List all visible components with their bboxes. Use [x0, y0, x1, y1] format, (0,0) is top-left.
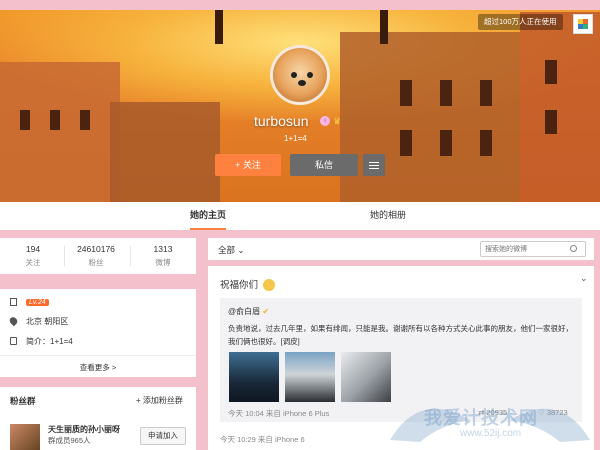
avatar-eye [291, 72, 297, 78]
see-more-link[interactable]: 查看更多 > [0, 355, 196, 373]
menu-icon [369, 162, 379, 163]
location-text: 北京 朝阳区 [26, 316, 69, 326]
shy-emoji-icon [262, 279, 275, 292]
divider [130, 246, 131, 266]
post-body: 祝福你们 [220, 280, 259, 291]
repost-author-name[interactable]: @俞白眉 [228, 307, 260, 316]
tab-album[interactable]: 她的相册 [370, 202, 406, 230]
stat-label: 关注 [25, 258, 41, 267]
repost-time-source[interactable]: 今天 10:04 来自 iPhone 6 Plus [228, 408, 329, 419]
stat-posts[interactable]: 1313 微博 [133, 244, 193, 268]
fans-group-card: 粉丝群 + 添加粉丝群 天生丽质的孙小丽呀 群成员965人 申请加入 [0, 387, 196, 450]
intro-text: 简介：1+1=4 [26, 336, 73, 346]
stat-following[interactable]: 194 关注 [3, 244, 63, 268]
group-avatar[interactable] [10, 424, 40, 450]
stat-value: 24610176 [77, 244, 115, 254]
repost-photo[interactable] [229, 352, 279, 402]
post-time-source[interactable]: 今天 10:29 来自 iPhone 6 [220, 434, 305, 445]
location-row: 北京 朝阳区 [8, 315, 69, 327]
stat-value: 1313 [153, 244, 173, 254]
group-name[interactable]: 天生丽质的孙小丽呀 [48, 424, 120, 435]
level-icon [10, 298, 17, 306]
message-button[interactable]: 私信 [290, 154, 358, 176]
post-text: 祝福你们 [220, 277, 275, 292]
tab-home[interactable]: 她的主页 [190, 202, 227, 230]
location-pin-icon [8, 315, 19, 327]
level-row: Lv.24 [10, 296, 49, 308]
profile-tabs: 她的主页 她的相册 [0, 202, 600, 230]
stat-value: 194 [25, 244, 41, 254]
group-members: 群成员965人 [48, 436, 91, 445]
add-fans-group-link[interactable]: + 添加粉丝群 [136, 395, 183, 406]
banner-building-right [340, 32, 520, 202]
top-border [0, 0, 600, 10]
usage-badge: 超过100万人正在使用 [478, 14, 563, 30]
banner-building-left [0, 62, 120, 202]
chevron-down-icon[interactable]: ⌄ [580, 273, 588, 284]
banner-window [400, 80, 412, 106]
feed-filter-bar: 全部 ⌄ [208, 238, 594, 260]
repost-author[interactable]: @俞白眉 ✔ [228, 306, 269, 317]
repost-box: @俞白眉 ✔ 负责地说，过去几年里，如果有绯闻，只能是我。谢谢所有以各种方式关心… [220, 298, 582, 422]
more-menu-button[interactable] [363, 154, 385, 176]
vip-crown-icon[interactable]: ♛ [333, 116, 341, 127]
follow-button[interactable]: + 关注 [215, 154, 281, 176]
divider [64, 246, 65, 266]
forward-count: 20935 [486, 408, 508, 417]
post-card: 祝福你们 ⌄ @俞白眉 ✔ 负责地说，过去几年里，如果有绯闻，只能是我。谢谢所有… [208, 266, 594, 450]
repost-like-count[interactable]: ♡ 38723 [538, 408, 568, 417]
profile-username: turbosun [254, 113, 309, 129]
intro-row: 简介：1+1=4 [10, 335, 73, 347]
banner-window [80, 110, 90, 130]
search-icon[interactable] [570, 245, 577, 252]
join-group-button[interactable]: 申请加入 [140, 427, 186, 445]
female-gender-icon: ♀ [320, 116, 330, 126]
level-badge[interactable]: Lv.24 [26, 298, 49, 306]
avatar-eye [307, 72, 313, 78]
fans-group-title: 粉丝群 [10, 396, 36, 406]
banner-window [440, 80, 452, 106]
avatar[interactable] [270, 45, 330, 105]
banner-window [50, 110, 60, 130]
repost-photo[interactable] [285, 352, 335, 402]
info-card: Lv.24 北京 朝阳区 简介：1+1=4 查看更多 > [0, 289, 196, 377]
banner-building-far-right [520, 12, 600, 202]
repost-photo[interactable] [341, 352, 391, 402]
like-icon: ♡ [538, 408, 547, 417]
banner-window [545, 110, 557, 134]
stats-card: 194 关注 24610176 粉丝 1313 微博 [0, 238, 196, 274]
banner-window [480, 130, 492, 156]
banner-window [400, 130, 412, 156]
like-count: 38723 [546, 408, 568, 417]
avatar-nose [298, 80, 306, 86]
banner-window [20, 110, 30, 130]
repost-text: 负责地说，过去几年里，如果有绯闻，只能是我。谢谢所有以各种方式关心此事的朋友，他… [228, 324, 573, 346]
profile-bio: 1+1=4 [284, 134, 307, 143]
filter-label: 全部 [218, 245, 236, 255]
filter-dropdown[interactable]: 全部 ⌄ [218, 244, 245, 256]
banner-building-left2 [110, 102, 220, 202]
app-tile-icon[interactable] [573, 14, 593, 34]
banner-window [480, 80, 492, 106]
verified-badge-icon: ✔ [262, 307, 270, 316]
stat-label: 微博 [155, 258, 171, 267]
chevron-down-icon: ⌄ [237, 245, 245, 255]
banner-window [440, 130, 452, 156]
banner-window [545, 60, 557, 84]
repost-forward-count[interactable]: ⇄ 20935 [478, 408, 507, 417]
stat-label: 粉丝 [88, 258, 104, 267]
stat-fans[interactable]: 24610176 粉丝 [66, 244, 126, 268]
intro-icon [10, 337, 17, 345]
